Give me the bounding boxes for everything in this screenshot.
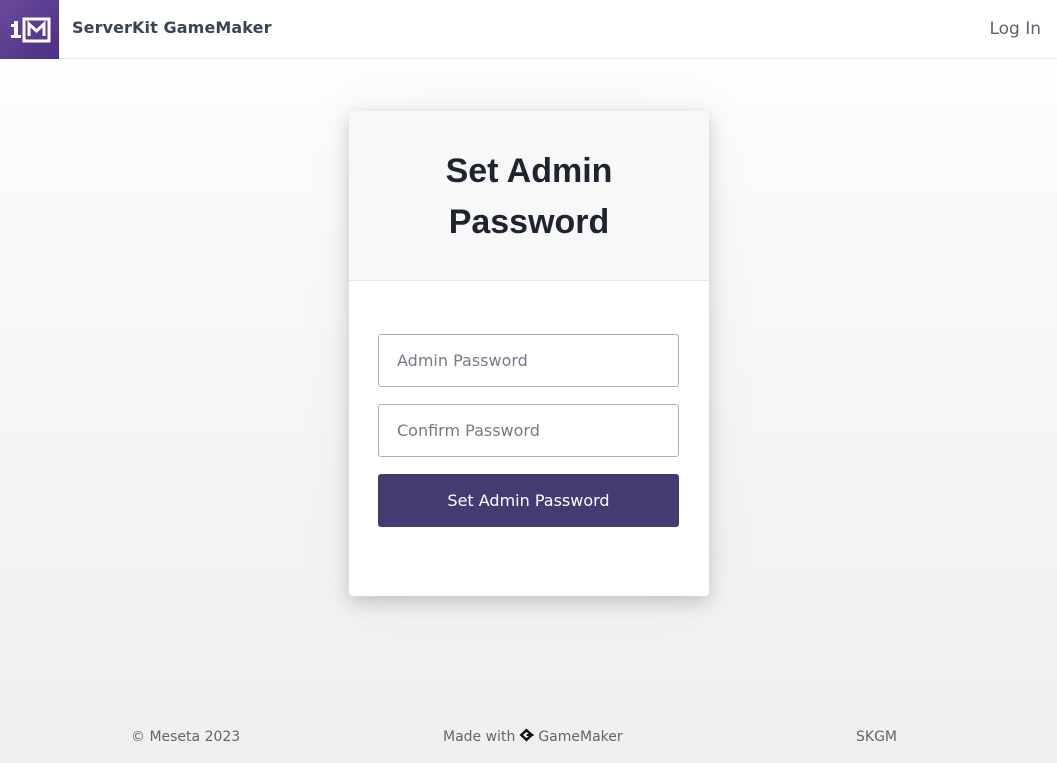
meseta-1m-logo-icon xyxy=(10,17,50,42)
admin-password-input[interactable] xyxy=(378,334,679,387)
confirm-password-input[interactable] xyxy=(378,404,679,457)
made-with-text: Made with GameMaker xyxy=(443,728,623,745)
gamemaker-logo-icon xyxy=(519,728,534,742)
top-navbar: ServerKit GameMaker Log In xyxy=(0,0,1057,59)
page-footer: © Meseta 2023 Made with GameMaker SKGM xyxy=(0,726,1057,750)
made-with-brand[interactable]: GameMaker xyxy=(538,729,622,745)
set-admin-password-button[interactable]: Set Admin Password xyxy=(378,474,679,527)
made-with-prefix: Made with xyxy=(443,729,516,745)
card-header: Set Admin Password xyxy=(349,111,709,281)
copyright-text: © Meseta 2023 xyxy=(131,729,241,745)
footer-skgm-link[interactable]: SKGM xyxy=(856,729,897,745)
set-password-card: Set Admin Password Set Admin Password xyxy=(349,111,709,596)
page-title: Set Admin Password xyxy=(445,151,613,241)
brand-logo[interactable] xyxy=(0,0,59,59)
login-link[interactable]: Log In xyxy=(989,19,1041,39)
brand-name[interactable]: ServerKit GameMaker xyxy=(72,18,272,37)
